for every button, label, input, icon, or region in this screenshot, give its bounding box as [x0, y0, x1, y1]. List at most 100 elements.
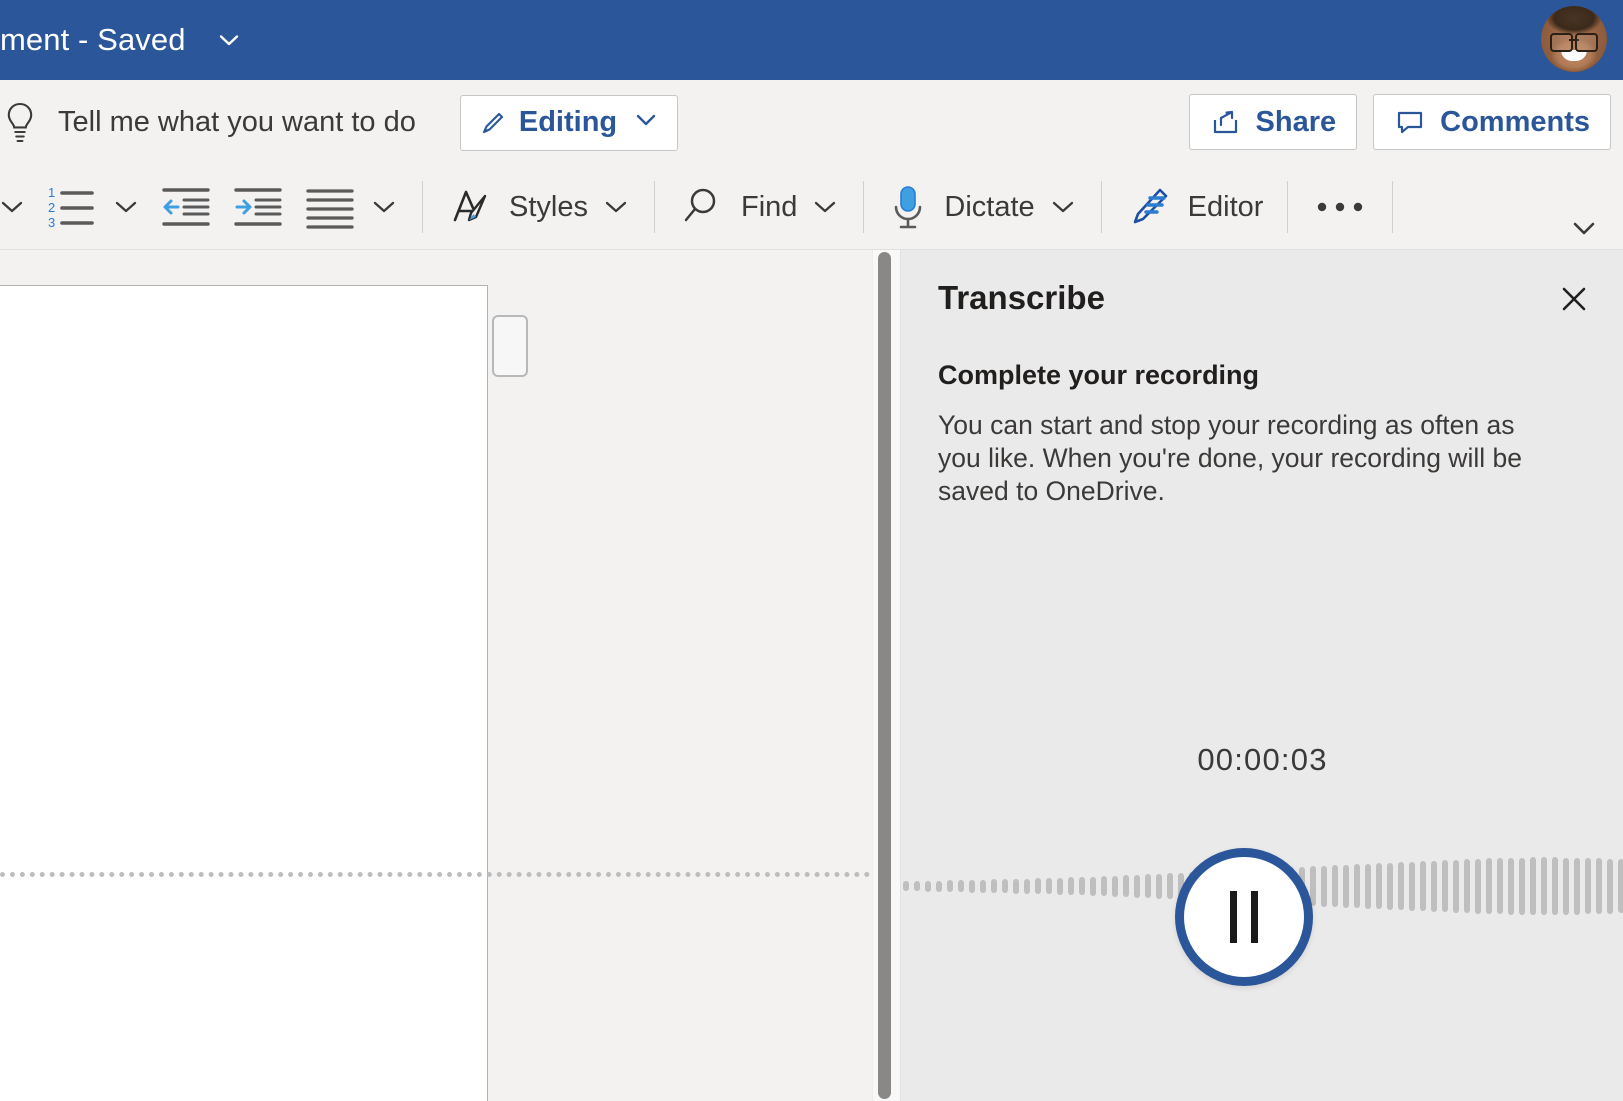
increase-indent-button[interactable]	[222, 177, 294, 237]
waveform-bar	[1464, 859, 1470, 913]
styles-button[interactable]: Styles	[437, 177, 640, 237]
pause-recording-button[interactable]	[1175, 848, 1313, 986]
waveform-bar	[925, 880, 931, 892]
waveform-bar	[1354, 864, 1360, 908]
waveform-bar	[936, 880, 942, 892]
document-canvas[interactable]	[0, 250, 900, 1101]
numbered-list-icon: 1 2 3	[46, 184, 98, 230]
numbering-button[interactable]: 1 2 3	[36, 177, 150, 237]
editor-label: Editor	[1187, 190, 1264, 223]
waveform-bar	[1035, 878, 1041, 894]
align-left-icon	[304, 184, 356, 230]
waveform-bar	[903, 881, 909, 891]
share-button[interactable]: Share	[1188, 94, 1358, 150]
waveform-bar	[1563, 857, 1569, 915]
avatar[interactable]	[1541, 6, 1607, 72]
ellipsis-icon	[1312, 197, 1368, 217]
waveform-bar	[991, 879, 997, 893]
waveform-bar	[1596, 858, 1602, 914]
waveform-bar	[1321, 865, 1327, 907]
waveform-bar	[1145, 874, 1151, 898]
find-label: Find	[740, 190, 798, 223]
transcribe-pane-title: Transcribe	[938, 279, 1105, 316]
align-chevron-down-icon	[370, 196, 398, 218]
styles-icon	[447, 184, 493, 230]
align-button[interactable]	[294, 177, 408, 237]
waveform-bar	[1024, 878, 1030, 894]
numbering-chevron-down-icon	[112, 196, 140, 218]
decrease-indent-button[interactable]	[150, 177, 222, 237]
tell-me-search[interactable]: Tell me what you want to do	[0, 100, 416, 146]
waveform-bar	[1068, 877, 1074, 895]
increase-indent-icon	[232, 184, 284, 230]
comment-icon	[1394, 107, 1426, 137]
waveform-bar	[1398, 862, 1404, 910]
waveform-bar	[1585, 858, 1591, 914]
toolbar-separator	[653, 181, 655, 233]
editing-mode-button[interactable]: Editing	[459, 94, 679, 151]
tell-me-label: Tell me what you want to do	[58, 106, 416, 138]
vertical-scrollbar-thumb[interactable]	[878, 252, 891, 1099]
find-button[interactable]: Find	[669, 177, 849, 237]
lightbulb-icon	[0, 100, 40, 146]
toolbar-separator	[422, 181, 423, 233]
transcribe-pane-body: Complete your recording You can start an…	[938, 360, 1550, 508]
toolbar-separator	[1392, 181, 1394, 233]
toolbar-separator	[863, 181, 865, 233]
comments-button[interactable]: Comments	[1373, 94, 1611, 150]
share-icon	[1210, 107, 1242, 137]
waveform-bar	[1541, 857, 1547, 915]
waveform-bar	[1090, 876, 1096, 896]
close-icon[interactable]	[1551, 276, 1597, 322]
collab-buttons: Share Comments	[1188, 94, 1611, 150]
waveform-bar	[1332, 865, 1338, 907]
svg-text:2: 2	[48, 200, 55, 215]
toolbar-separator	[1287, 181, 1289, 233]
editing-chevron-down-icon	[633, 109, 659, 136]
waveform-bar	[1112, 875, 1118, 897]
waveform-bar	[1519, 857, 1525, 915]
waveform-bar	[1420, 861, 1426, 911]
editing-label: Editing	[518, 106, 618, 138]
waveform-bar	[1618, 859, 1623, 913]
dictate-chevron-down-icon	[1049, 196, 1077, 218]
pencil-icon	[477, 107, 509, 139]
pause-icon-bar-left	[1230, 891, 1237, 943]
waveform-bar	[1123, 875, 1129, 897]
waveform-bar	[1057, 877, 1063, 895]
waveform-bar	[1101, 876, 1107, 896]
editor-pen-icon	[1126, 184, 1172, 230]
toolbar-separator	[1100, 181, 1102, 233]
waveform-bar	[1431, 860, 1437, 912]
waveform-bar	[1387, 862, 1393, 910]
waveform-bar	[1046, 878, 1052, 894]
ribbon-top-row: Tell me what you want to do Editing Shar…	[0, 80, 1623, 165]
waveform-bar	[947, 880, 953, 892]
waveform-bar	[1167, 873, 1173, 899]
waveform-bar	[1442, 860, 1448, 912]
waveform-bar	[1497, 858, 1503, 914]
waveform-bar	[1453, 859, 1459, 913]
styles-chevron-down-icon	[602, 196, 630, 218]
waveform-bar	[1475, 858, 1481, 914]
document-page[interactable]	[0, 285, 488, 1101]
waveform-bar	[1530, 857, 1536, 915]
waveform-bar	[1002, 879, 1008, 893]
ribbon-collapse-chevron-down-icon[interactable]	[1567, 213, 1601, 243]
bullets-dropdown-button[interactable]	[0, 177, 36, 237]
complete-recording-description: You can start and stop your recording as…	[938, 410, 1522, 506]
title-chevron-down-icon[interactable]	[216, 27, 242, 53]
more-commands-button[interactable]	[1302, 177, 1378, 237]
title-bar: ment - Saved	[0, 0, 1623, 80]
styles-label: Styles	[509, 190, 588, 223]
waveform-bar	[1013, 878, 1019, 894]
waveform-bar	[1486, 858, 1492, 914]
dictate-button[interactable]: Dictate	[878, 177, 1086, 237]
transcribe-pane: Transcribe Complete your recording You c…	[900, 250, 1623, 1101]
waveform-bar	[1079, 877, 1085, 895]
page-side-tab[interactable]	[492, 315, 528, 377]
waveform-bar	[1156, 873, 1162, 899]
pause-icon-bar-right	[1251, 891, 1258, 943]
editor-button[interactable]: Editor	[1116, 177, 1274, 237]
transcribe-pane-header: Transcribe	[901, 250, 1623, 346]
